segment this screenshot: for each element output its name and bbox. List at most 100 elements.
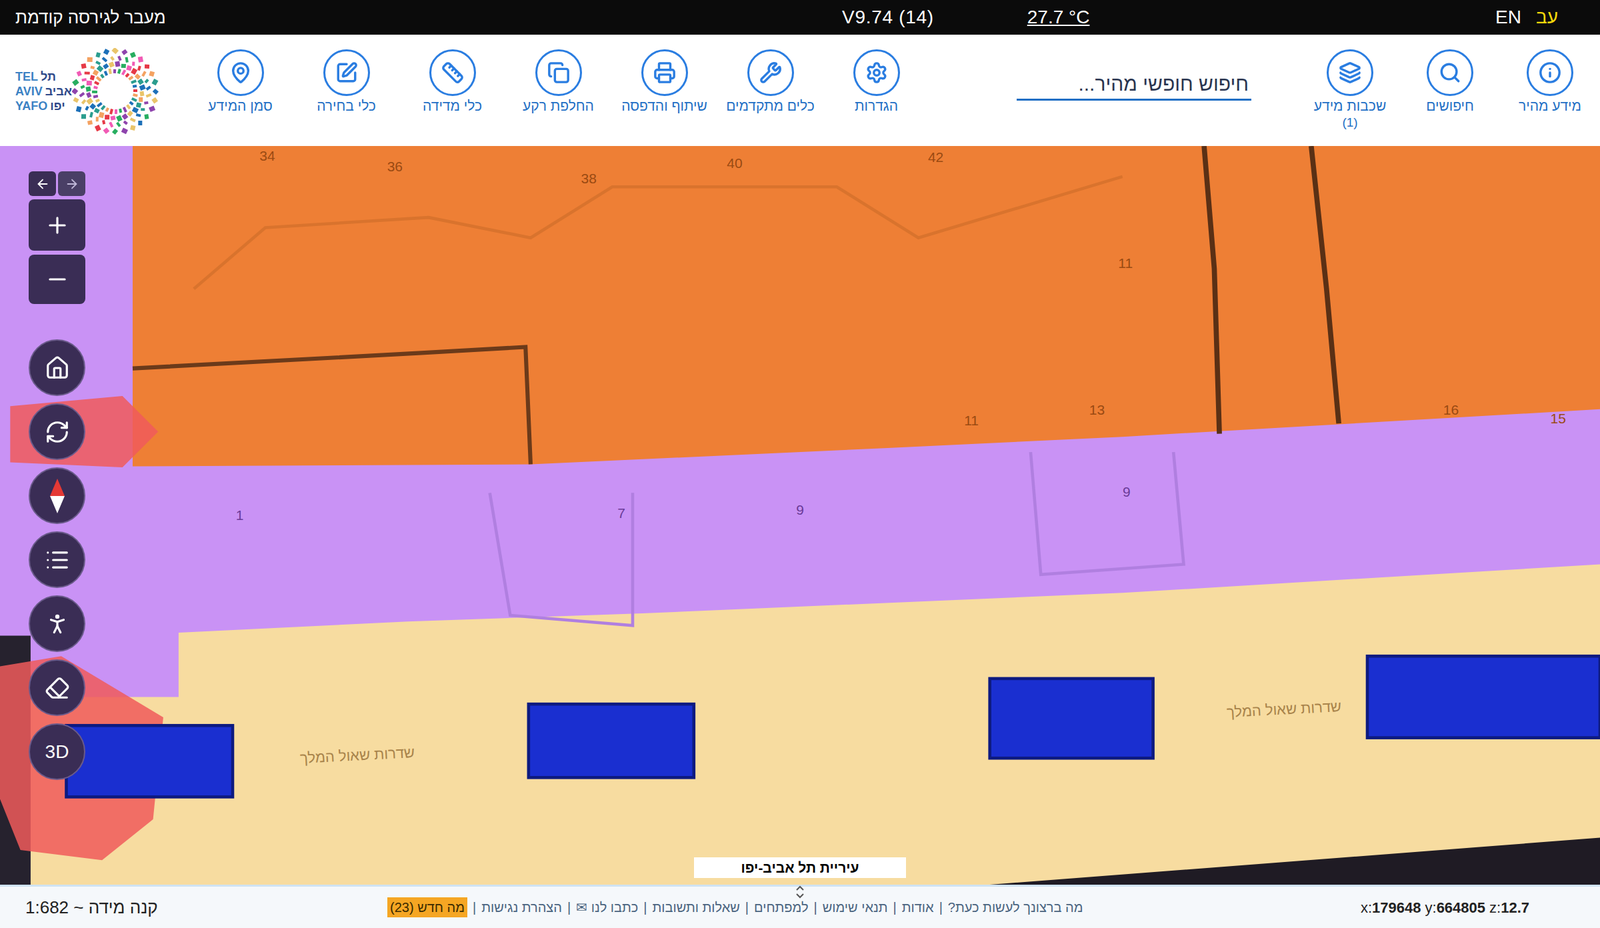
link-separator: | xyxy=(893,897,897,918)
map[interactable]: 343638404211111316151799שדרות שאול המלךש… xyxy=(0,146,1600,885)
search-input[interactable] xyxy=(1016,69,1252,99)
house-number: 16 xyxy=(1443,400,1459,422)
toolbar-item-icon xyxy=(323,49,370,96)
coordinate-value: 664805 xyxy=(1436,899,1486,916)
toolbar-item[interactable]: הגדרות xyxy=(823,34,930,115)
logo-line: TELתל xyxy=(15,69,72,84)
app: מעבר לגירסה קודמתV9.74 (14)27.7 °CENעבמי… xyxy=(0,0,1600,928)
logo-en: AVIV xyxy=(15,84,43,99)
logo-line: AVIVאביב xyxy=(15,84,72,99)
toolbar-item-icon xyxy=(1526,49,1574,96)
coordinate-label: z: xyxy=(1489,899,1501,916)
map-control-button[interactable] xyxy=(28,403,86,460)
scale-label: קנה מידה ~ 1:682 xyxy=(25,897,158,918)
back-button[interactable] xyxy=(28,171,56,196)
house-number: 38 xyxy=(580,168,596,190)
map-control-button[interactable] xyxy=(28,595,86,652)
map-control-button[interactable] xyxy=(28,339,86,396)
zoom-out-button[interactable] xyxy=(28,254,86,304)
toolbar-item[interactable]: החלפת רקע xyxy=(505,34,612,115)
coordinate-label: x: xyxy=(1360,899,1372,916)
logo-he: יפו xyxy=(50,98,65,114)
house-number: 9 xyxy=(1122,481,1131,503)
coordinates: x:179648y:664805z:12.7 xyxy=(1360,896,1534,919)
toolbar-item-label: כלי בחירה xyxy=(316,97,376,115)
zoom-in-button[interactable] xyxy=(28,199,86,251)
footer-link[interactable]: אודות xyxy=(902,897,934,918)
toolbar-primary: מידע מהיר חיפושים שכבות מידע(1) xyxy=(1300,34,1600,131)
house-number: 42 xyxy=(928,146,944,168)
toolbar-item-label: החלפת רקע xyxy=(522,97,594,115)
toolbar-item[interactable]: מידע מהיר xyxy=(1500,34,1600,131)
control-icon xyxy=(44,547,70,573)
footer-link[interactable]: הצהרת נגישות xyxy=(481,897,562,918)
temperature: 27.7 °C xyxy=(1027,3,1090,32)
toolbar-item-icon xyxy=(1326,49,1374,96)
logo-line: YAFOיפו xyxy=(15,98,72,114)
coordinate-value: 12.7 xyxy=(1500,899,1530,916)
house-number: 40 xyxy=(726,152,742,174)
plus-icon xyxy=(44,212,70,238)
map-control-button[interactable] xyxy=(28,659,86,716)
toolbar-item-icon xyxy=(853,49,900,96)
house-number: 9 xyxy=(796,500,804,522)
control-icon xyxy=(44,355,70,381)
house-number: 1 xyxy=(236,504,244,526)
control-icon xyxy=(44,611,70,637)
footer-link[interactable]: כתבו לנו ✉ xyxy=(576,897,638,918)
footer-link[interactable]: למפתחים xyxy=(754,897,808,918)
toolbar-item-icon xyxy=(641,49,688,96)
link-separator: | xyxy=(939,897,943,918)
previous-version-link[interactable]: מעבר לגירסה קודמת xyxy=(15,4,842,31)
map-controls: 3D xyxy=(28,171,86,780)
search-box xyxy=(1016,69,1252,101)
whats-new-badge[interactable]: מה חדש (23) xyxy=(387,897,468,918)
toolbar: מידע מהיר חיפושים שכבות מידע(1) הגדרות כלים … xyxy=(0,34,1600,146)
toolbar-item-icon xyxy=(747,49,794,96)
toolbar-item[interactable]: כלי בחירה xyxy=(293,34,400,115)
toolbar-item[interactable]: חיפושים xyxy=(1400,34,1500,131)
toolbar-item[interactable]: כלי מדידה xyxy=(399,34,506,115)
map-credit: עיריית תל אביב-יפו xyxy=(694,857,906,879)
toolbar-item-label: חיפושים xyxy=(1426,97,1474,115)
language-option[interactable]: EN xyxy=(1495,3,1522,32)
toolbar-item[interactable]: שיתוף והדפסה xyxy=(611,34,718,115)
logo-burst-icon xyxy=(72,48,159,135)
history-buttons xyxy=(28,171,86,196)
map-control-button[interactable] xyxy=(28,531,86,588)
coordinate-value: 179648 xyxy=(1372,899,1421,916)
3d-button[interactable]: 3D xyxy=(28,723,86,780)
scale-box: קנה מידה ~ 1:682 xyxy=(25,894,388,921)
panel-handle-icon[interactable] xyxy=(794,884,806,900)
status-bar: קנה מידה ~ 1:682מה ברצונך לעשות כעת?|אוד… xyxy=(0,884,1600,928)
footer-link[interactable]: תנאי שימוש xyxy=(822,897,888,918)
toolbar-item-icon xyxy=(1426,49,1474,96)
toolbar-item[interactable]: שכבות מידע(1) xyxy=(1300,34,1400,131)
forward-button[interactable] xyxy=(58,171,86,196)
coordinate: x:179648 xyxy=(1360,896,1422,919)
control-icon xyxy=(44,675,70,701)
toolbar-item-label: מידע מהיר xyxy=(1518,97,1582,115)
footer-link[interactable]: שאלות ותשובות xyxy=(652,897,740,918)
logo-he: אביב xyxy=(45,84,72,99)
logo-en: TEL xyxy=(15,69,38,84)
logo: TELתלAVIVאביבYAFOיפו xyxy=(15,48,159,135)
toolbar-item[interactable]: סמן המידע xyxy=(187,34,294,115)
compass-icon xyxy=(47,477,68,515)
arrow-right-icon xyxy=(64,176,80,192)
language-option[interactable]: עב xyxy=(1536,3,1558,32)
house-number: 7 xyxy=(617,502,626,524)
toolbar-item[interactable]: כלים מתקדמים xyxy=(717,34,824,115)
toolbar-item-icon xyxy=(217,49,264,96)
footer-links: מה ברצונך לעשות כעת?|אודות|תנאי שימוש|למ… xyxy=(387,897,1083,918)
house-number: 13 xyxy=(1089,400,1105,422)
footer-link[interactable]: מה ברצונך לעשות כעת? xyxy=(948,897,1084,918)
toolbar-secondary: הגדרות כלים מתקדמים שיתוף והדפסה החלפת רקע כ… xyxy=(187,34,930,115)
house-number: 11 xyxy=(964,410,979,432)
toolbar-item-badge: (1) xyxy=(1342,114,1358,131)
toolbar-item-label: כלים מתקדמים xyxy=(726,97,814,115)
toolbar-item-label: הגדרות xyxy=(854,97,898,115)
control-icon xyxy=(44,419,70,445)
map-control-button[interactable] xyxy=(28,467,86,524)
logo-en: YAFO xyxy=(15,98,48,114)
